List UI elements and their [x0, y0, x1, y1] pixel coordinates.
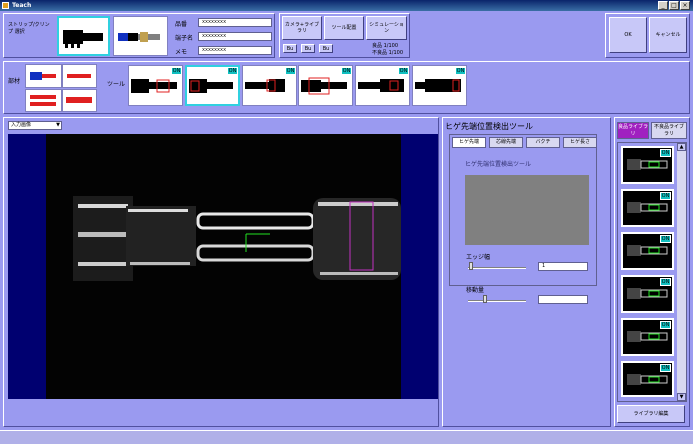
- tool-thumb-5[interactable]: ON: [355, 65, 410, 106]
- memo-field[interactable]: xxxxxxxx: [198, 46, 272, 55]
- terminal-icon: [118, 32, 160, 42]
- app-icon: [2, 2, 9, 9]
- tab-good-library[interactable]: 良品ライブラリ: [617, 122, 649, 139]
- minimize-icon[interactable]: _: [658, 1, 668, 10]
- material-icon: [67, 74, 91, 78]
- tool-thumb-4[interactable]: ON: [298, 65, 353, 106]
- hinban-field[interactable]: xxxxxxxx: [198, 18, 272, 27]
- tab-bad-library[interactable]: 不良品ライブラリ: [651, 122, 687, 139]
- maximize-icon[interactable]: □: [669, 1, 679, 10]
- input-image-select-value: 入力画像: [11, 122, 32, 128]
- edge-width-label: エッジ幅: [466, 254, 491, 261]
- strip-crimp-label: ストリップ/クリンプ 選択: [8, 22, 50, 35]
- material-thumb-4[interactable]: [62, 89, 97, 112]
- edge-width-slider[interactable]: [468, 267, 526, 269]
- scroll-up-icon[interactable]: ▲: [677, 143, 686, 151]
- strip-thumbnail[interactable]: [57, 16, 110, 56]
- memo-label: メモ: [175, 49, 188, 56]
- library-4-on-badge: ON: [660, 278, 671, 286]
- tool-layout-button[interactable]: ツール配置: [324, 16, 364, 40]
- chevron-down-icon: ▼: [56, 122, 60, 128]
- hinban-label: 品番: [175, 21, 188, 28]
- library-3-on-badge: ON: [660, 235, 671, 243]
- material-thumb-3[interactable]: [25, 89, 62, 112]
- window-title-bar: Teach: [0, 0, 693, 11]
- close-icon[interactable]: ×: [680, 1, 690, 10]
- material-thumb-2[interactable]: [62, 64, 97, 88]
- library-scrollbar[interactable]: [677, 143, 686, 401]
- terminal-camera-view: [46, 134, 401, 399]
- good-count: 良品 1/100: [372, 43, 398, 49]
- tanshi-field[interactable]: xxxxxxxx: [198, 32, 272, 41]
- tool-thumb-2[interactable]: ON: [185, 65, 240, 106]
- tool-panel-title: ヒゲ先端位置検出ツール: [445, 122, 533, 131]
- tool-thumb-1[interactable]: ON: [128, 65, 183, 106]
- move-amount-label: 移動量: [466, 287, 485, 294]
- library-5-on-badge: ON: [660, 321, 671, 329]
- material-icon: [30, 95, 56, 106]
- edge-width-field[interactable]: 1: [538, 262, 588, 271]
- window-title: Teach: [12, 2, 32, 9]
- cancel-button[interactable]: キャンセル: [649, 17, 687, 53]
- bad-count: 不良品 1/100: [372, 50, 403, 56]
- tool-2-on-badge: ON: [227, 67, 238, 75]
- input-image-select[interactable]: 入力画像 ▼: [8, 121, 62, 130]
- tab-hige-tip[interactable]: ヒゲ先端: [452, 137, 486, 148]
- bu-button-3[interactable]: Bu: [319, 44, 333, 53]
- tool-subtitle: ヒゲ先端位置検出ツール: [465, 161, 532, 168]
- library-1-on-badge: ON: [660, 149, 671, 157]
- tool-thumb-3[interactable]: ON: [242, 65, 297, 106]
- library-6-on-badge: ON: [660, 364, 671, 372]
- edge-width-thumb[interactable]: [469, 262, 473, 270]
- tool-3-on-badge: ON: [285, 67, 296, 75]
- library-item-1[interactable]: ON: [621, 146, 674, 184]
- tool-1-on-badge: ON: [171, 67, 182, 75]
- library-item-4[interactable]: ON: [621, 275, 674, 313]
- tool-preview: [465, 175, 589, 245]
- camera-image: [8, 134, 438, 399]
- tab-core-tip[interactable]: 芯線先端: [489, 137, 523, 148]
- library-edit-button[interactable]: ライブラリ編集: [617, 405, 685, 423]
- library-item-2[interactable]: ON: [621, 189, 674, 227]
- status-bar: [0, 430, 693, 444]
- move-amount-thumb[interactable]: [483, 295, 487, 303]
- crimp-thumbnail[interactable]: [113, 16, 168, 56]
- library-2-on-badge: ON: [660, 192, 671, 200]
- bu-button-1[interactable]: Bu: [283, 44, 297, 53]
- tab-bakuchi[interactable]: バクチ: [526, 137, 560, 148]
- tool-thumb-6[interactable]: ON: [412, 65, 467, 106]
- camera-library-button[interactable]: カメラ+ライブラリ: [282, 16, 322, 40]
- move-amount-slider[interactable]: [468, 300, 526, 302]
- material-label: 部材: [8, 78, 21, 85]
- library-item-6[interactable]: ON: [621, 361, 674, 397]
- tanshi-label: 端子名: [175, 35, 194, 42]
- tool-6-on-badge: ON: [455, 67, 466, 75]
- library-item-3[interactable]: ON: [621, 232, 674, 270]
- material-icon: [66, 97, 92, 103]
- simulation-button[interactable]: シミュレーション: [366, 16, 407, 40]
- scroll-down-icon[interactable]: ▼: [677, 393, 686, 401]
- tab-hige-length[interactable]: ヒゲ長さ: [563, 137, 597, 148]
- ok-button[interactable]: OK: [609, 17, 647, 53]
- bu-button-2[interactable]: Bu: [301, 44, 315, 53]
- material-thumb-1[interactable]: [25, 64, 62, 88]
- move-amount-field[interactable]: [538, 295, 588, 304]
- material-icon: [30, 72, 56, 80]
- tool-5-on-badge: ON: [398, 67, 409, 75]
- cable-icon: [63, 30, 103, 48]
- library-item-5[interactable]: ON: [621, 318, 674, 356]
- tool-label: ツール: [107, 81, 126, 88]
- tool-4-on-badge: ON: [341, 67, 352, 75]
